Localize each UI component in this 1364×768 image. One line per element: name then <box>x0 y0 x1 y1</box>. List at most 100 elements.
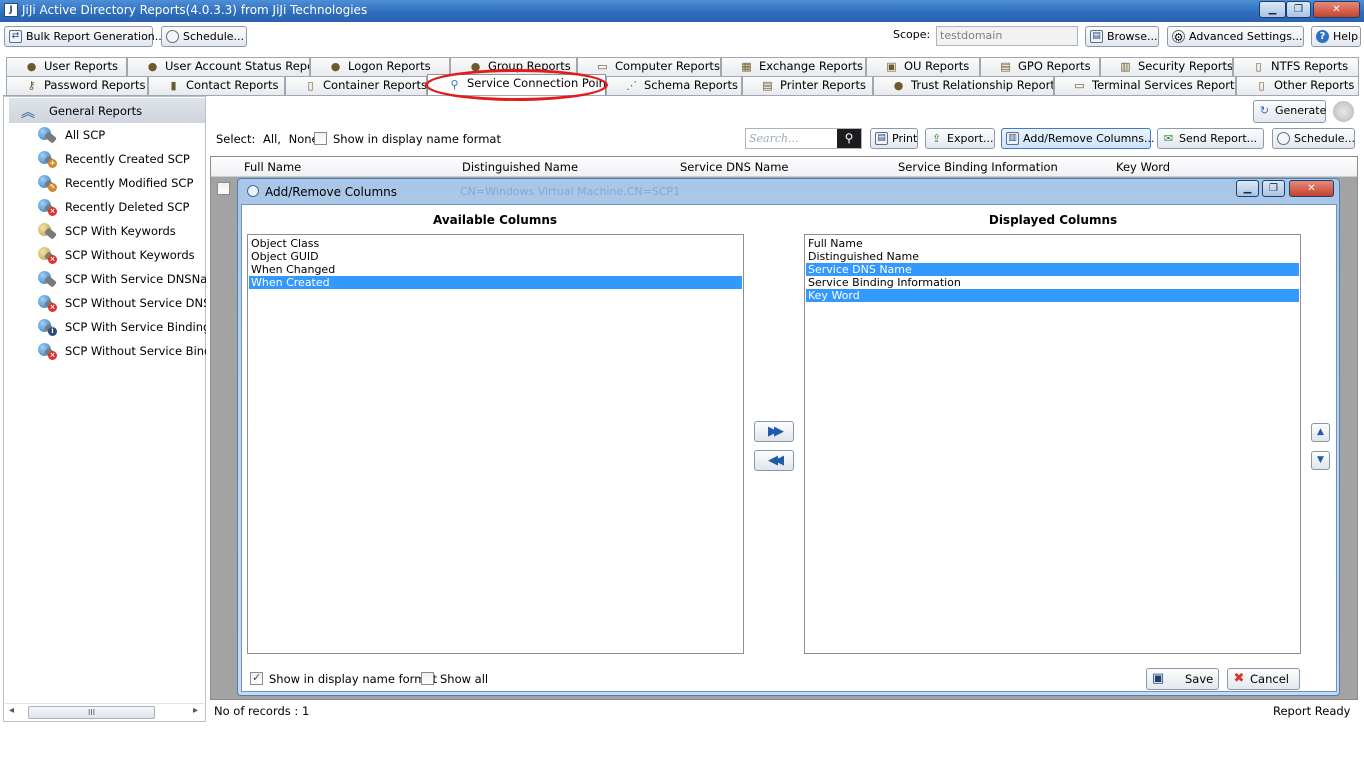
list-item-selected[interactable]: Service DNS Name <box>806 263 1299 276</box>
tree-item-all-scp[interactable]: All SCP <box>36 123 206 147</box>
tree-item-label: SCP With Service Binding Information <box>65 320 206 334</box>
stop-icon[interactable] <box>1333 101 1354 122</box>
scroll-thumb[interactable]: III <box>28 706 155 719</box>
list-item-selected[interactable]: When Created <box>249 276 742 289</box>
tab-label: Contact Reports <box>186 78 279 92</box>
tab-ou-reports[interactable]: ▣ OU Reports <box>866 57 980 76</box>
refresh-icon: ↻ <box>1259 104 1270 117</box>
move-down-button[interactable]: ▼ <box>1311 451 1330 470</box>
scp-no-dns-icon: × <box>36 293 58 313</box>
tab-other-reports[interactable]: ▯ Other Reports <box>1236 76 1359 95</box>
help-icon: ? <box>1316 30 1329 43</box>
move-left-button[interactable]: ◀◀ <box>754 450 794 471</box>
title-bar: J JiJi Active Directory Reports(4.0.3.3)… <box>0 0 1364 22</box>
list-item[interactable]: Object GUID <box>249 250 742 263</box>
tab-security-reports[interactable]: ▥ Security Reports <box>1100 57 1233 76</box>
tree-item-recently-modified-scp[interactable]: ✎ Recently Modified SCP <box>36 171 206 195</box>
search-icon[interactable]: ⚲ <box>837 129 861 148</box>
dialog-display-name-checkbox[interactable] <box>250 671 263 685</box>
column-header-full-name[interactable]: Full Name <box>244 160 301 174</box>
print-label: Print <box>892 132 918 145</box>
tab-password-reports[interactable]: ⚷ Password Reports <box>6 76 148 95</box>
dialog-close-button[interactable]: ✕ <box>1289 180 1334 197</box>
cancel-button[interactable]: ✖ Cancel <box>1227 668 1300 690</box>
advanced-settings-label: Advanced Settings... <box>1189 30 1303 43</box>
tree-item-scp-without-keywords[interactable]: × SCP Without Keywords <box>36 243 206 267</box>
browse-label: Browse... <box>1107 30 1158 43</box>
tree-item-recently-deleted-scp[interactable]: × Recently Deleted SCP <box>36 195 206 219</box>
scroll-right-arrow-icon[interactable]: ▸ <box>193 705 198 716</box>
column-header-service-binding[interactable]: Service Binding Information <box>898 160 1058 174</box>
displayed-columns-title: Displayed Columns <box>988 213 1118 227</box>
tab-gpo-reports[interactable]: ▤ GPO Reports <box>980 57 1100 76</box>
bulk-report-button[interactable]: ⇄ Bulk Report Generation... <box>4 26 165 47</box>
schedule-button[interactable]: Schedule... <box>161 26 247 47</box>
available-columns-list[interactable]: Object Class Object GUID When Changed Wh… <box>247 234 744 654</box>
maximize-button[interactable]: ❐ <box>1286 1 1311 18</box>
tab-user-reports[interactable]: ● User Reports <box>6 57 127 76</box>
column-header-distinguished-name[interactable]: Distinguished Name <box>462 160 578 174</box>
column-header-service-dns-name[interactable]: Service DNS Name <box>680 160 789 174</box>
row-checkbox[interactable] <box>217 182 230 195</box>
scroll-left-arrow-icon[interactable]: ◂ <box>9 705 14 716</box>
tree-item-scp-with-service-binding[interactable]: i SCP With Service Binding Information <box>36 315 206 339</box>
tab-ntfs-reports[interactable]: ▯ NTFS Reports <box>1233 57 1359 76</box>
tab-trust-relationship-reports[interactable]: ● Trust Relationship Reports <box>873 76 1054 95</box>
list-item[interactable]: Distinguished Name <box>806 250 1299 263</box>
tab-schema-reports[interactable]: ⋰ Schema Reports <box>606 76 742 95</box>
other-icon: ▯ <box>1258 79 1265 92</box>
help-button[interactable]: ? Help <box>1311 26 1361 47</box>
column-header-key-word[interactable]: Key Word <box>1116 160 1170 174</box>
list-item[interactable]: Service Binding Information <box>806 276 1299 289</box>
dialog-minimize-button[interactable]: ▁ <box>1236 180 1259 197</box>
group-icon: ● <box>470 60 481 73</box>
close-button[interactable]: ✕ <box>1313 1 1360 18</box>
scp-no-binding-icon: × <box>36 341 58 361</box>
tab-container-reports[interactable]: ▯ Container Reports <box>285 76 427 95</box>
tree-item-scp-with-keywords[interactable]: SCP With Keywords <box>36 219 206 243</box>
tab-exchange-reports[interactable]: ▦ Exchange Reports <box>721 57 866 76</box>
left-horizontal-scrollbar[interactable]: ◂ III ▸ <box>5 703 204 720</box>
tree-item-scp-with-service-dnsname[interactable]: SCP With Service DNSName <box>36 267 206 291</box>
search-input[interactable]: Search... ⚲ <box>745 128 862 149</box>
tab-contact-reports[interactable]: ▮ Contact Reports <box>148 76 285 95</box>
list-item-selected[interactable]: Key Word <box>806 289 1299 302</box>
tree-item-scp-without-service-binding[interactable]: × SCP Without Service Binding Information <box>36 339 206 363</box>
tab-printer-reports[interactable]: ▤ Printer Reports <box>742 76 873 95</box>
show-all-checkbox[interactable] <box>421 672 434 685</box>
save-button[interactable]: ▣ Save <box>1146 668 1219 690</box>
advanced-settings-button[interactable]: ⚙ Advanced Settings... <box>1167 26 1304 47</box>
cancel-label: Cancel <box>1250 672 1289 686</box>
select-label: Select: <box>216 132 256 146</box>
move-right-button[interactable]: ▶▶ <box>754 421 794 442</box>
displayed-columns-list[interactable]: Full Name Distinguished Name Service DNS… <box>804 234 1301 654</box>
list-item[interactable]: When Changed <box>249 263 742 276</box>
general-reports-header[interactable]: ︽ General Reports <box>9 98 205 123</box>
display-name-checkbox[interactable] <box>314 132 327 145</box>
user-icon: ● <box>26 60 37 73</box>
select-all-link[interactable]: All, <box>263 132 281 146</box>
dialog-maximize-button[interactable]: ❐ <box>1262 180 1285 197</box>
move-up-button[interactable]: ▲ <box>1311 423 1330 442</box>
minimize-button[interactable]: ▁ <box>1259 1 1286 18</box>
send-report-label: Send Report... <box>1179 132 1258 145</box>
tree-item-scp-without-service-dnsname[interactable]: × SCP Without Service DNSName <box>36 291 206 315</box>
exchange-icon: ▦ <box>741 60 752 73</box>
scope-input[interactable]: testdomain <box>936 26 1078 46</box>
printer-icon: ▤ <box>762 79 773 92</box>
list-item[interactable]: Full Name <box>806 237 1299 250</box>
print-button[interactable]: ▤ Print <box>870 128 918 149</box>
add-remove-columns-button[interactable]: ▥ Add/Remove Columns... <box>1001 128 1154 149</box>
tab-terminal-services-reports[interactable]: ▭ Terminal Services Reports <box>1054 76 1236 95</box>
list-item[interactable]: Object Class <box>249 237 742 250</box>
tab-service-connection-point[interactable]: ⚲ Service Connection Point <box>427 74 606 95</box>
save-label: Save <box>1185 672 1214 686</box>
generate-button[interactable]: ↻ Generate <box>1253 100 1326 123</box>
export-button[interactable]: ⇪ Export... <box>925 128 995 149</box>
send-report-button[interactable]: ✉ Send Report... <box>1157 128 1264 149</box>
tab-user-account-status-reports[interactable]: ● User Account Status Reports <box>127 57 310 76</box>
report-schedule-button[interactable]: Schedule... <box>1272 128 1355 149</box>
bulk-report-label: Bulk Report Generation... <box>26 30 166 43</box>
browse-button[interactable]: ▤ Browse... <box>1085 26 1159 47</box>
tree-item-recently-created-scp[interactable]: + Recently Created SCP <box>36 147 206 171</box>
